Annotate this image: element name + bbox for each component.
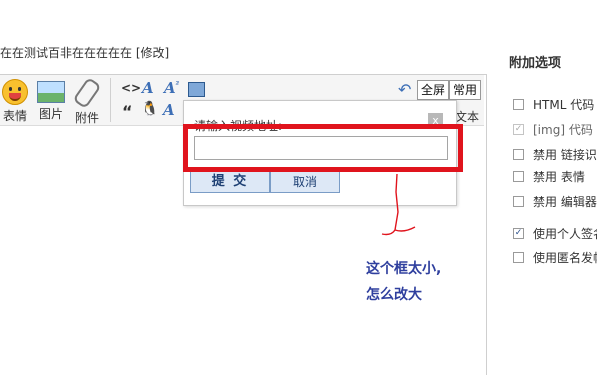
checkbox[interactable] (513, 196, 524, 207)
code-icon[interactable]: <> (121, 81, 141, 95)
annotation-arrow (381, 173, 416, 236)
qq-icon[interactable]: 🐧 (141, 101, 158, 117)
highlight-rectangle (183, 124, 463, 172)
checkbox-checked[interactable]: ✓ (513, 124, 524, 135)
option-label: 使用匿名发帖 (533, 251, 597, 265)
emoji-button[interactable]: 表情 (2, 79, 28, 124)
annotation-note: 这个框太小, 怎么改大 (366, 256, 441, 308)
option-disable-links[interactable]: 禁用 链接识 (513, 146, 597, 163)
option-label: 禁用 表情 (533, 170, 585, 184)
option-label: HTML 代码 (533, 98, 595, 112)
attach-label: 附件 (75, 111, 100, 125)
checkbox[interactable] (513, 99, 524, 110)
smile-icon (2, 79, 28, 105)
superscript-icon[interactable]: A² (164, 79, 179, 97)
text-mode-button[interactable]: 文本 (455, 108, 479, 125)
font-size-icon[interactable]: A (142, 79, 154, 97)
undo-icon[interactable]: ↶ (398, 80, 411, 99)
annotation-line-2: 怎么改大 (366, 287, 422, 303)
cancel-button[interactable]: 取消 (270, 171, 340, 193)
toolbar-divider (110, 78, 111, 122)
paperclip-icon (72, 76, 102, 110)
option-use-signature[interactable]: ✓ 使用个人签名 (513, 225, 597, 242)
image-icon (37, 81, 65, 103)
video-icon[interactable] (188, 82, 205, 97)
checkbox[interactable] (513, 149, 524, 160)
option-disable-emoji[interactable]: 禁用 表情 (513, 168, 585, 185)
option-label: [img] 代码 (533, 123, 593, 137)
font-style-icon[interactable]: A (163, 101, 175, 119)
option-html-code[interactable]: HTML 代码 (513, 96, 594, 113)
option-anonymous-post[interactable]: 使用匿名发帖 (513, 249, 597, 266)
option-label: 使用个人签名 (533, 227, 597, 241)
option-label: 禁用 编辑器 (533, 195, 597, 209)
image-label: 图片 (38, 107, 63, 121)
sidebar-title: 附加选项 (509, 56, 562, 71)
emoji-label: 表情 (2, 109, 27, 123)
post-title: 在在测试百非在在在在在 [修改] (0, 46, 170, 60)
annotation-line-1: 这个框太小, (366, 261, 442, 277)
checkbox[interactable] (513, 171, 524, 182)
checkbox-checked[interactable]: ✓ (513, 228, 524, 239)
common-button[interactable]: 常用 (449, 80, 482, 100)
submit-button[interactable]: 提 交 (190, 171, 270, 193)
option-label: 禁用 链接识 (533, 148, 597, 162)
fullscreen-button[interactable]: 全屏 (417, 80, 450, 100)
option-img-code[interactable]: ✓ [img] 代码 (513, 121, 593, 138)
checkbox[interactable] (513, 252, 524, 263)
quote-icon[interactable]: “ (122, 102, 133, 121)
option-disable-editor[interactable]: 禁用 编辑器 (513, 193, 597, 210)
attach-button[interactable]: 附件 (72, 76, 102, 126)
image-button[interactable]: 图片 (37, 79, 65, 122)
